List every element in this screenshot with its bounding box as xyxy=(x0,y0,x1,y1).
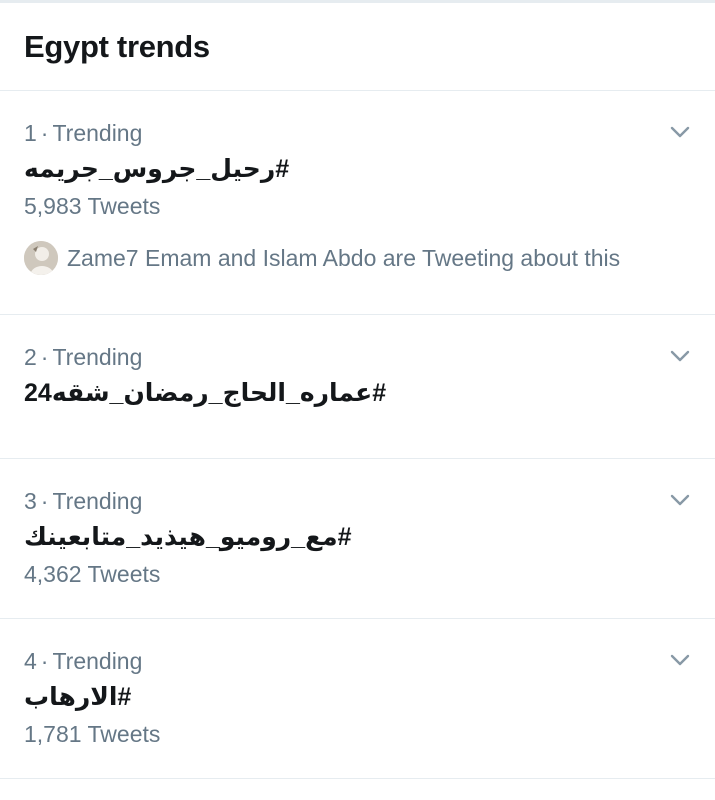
trend-item-4[interactable]: 4 · Trending #الارهاب 1,781 Tweets xyxy=(0,619,715,779)
trend-separator: · xyxy=(40,120,49,146)
trend-label: Trending xyxy=(52,648,143,674)
chevron-down-icon[interactable] xyxy=(669,345,691,367)
trend-context: Zame7 Emam and Islam Abdo are Tweeting a… xyxy=(24,241,691,275)
trend-rank: 3 xyxy=(24,488,37,514)
trend-rank: 4 xyxy=(24,648,37,674)
trends-header: Egypt trends xyxy=(0,3,715,91)
trend-label: Trending xyxy=(52,488,143,514)
trend-separator: · xyxy=(40,648,49,674)
chevron-down-icon[interactable] xyxy=(669,489,691,511)
trend-rank: 2 xyxy=(24,344,37,370)
trend-label: Trending xyxy=(52,344,143,370)
trend-separator: · xyxy=(40,488,49,514)
trend-separator: · xyxy=(40,344,49,370)
trend-hashtag[interactable]: #رحيل_جروس_جريمه xyxy=(24,151,691,187)
chevron-down-icon[interactable] xyxy=(669,649,691,671)
trend-tweet-count: 1,781 Tweets xyxy=(24,721,161,747)
trend-tweet-count: 5,983 Tweets xyxy=(24,193,161,219)
trend-context-text: Zame7 Emam and Islam Abdo are Tweeting a… xyxy=(67,245,621,271)
trend-rank-line: 4 · Trending xyxy=(24,647,691,675)
trends-page: Egypt trends 1 · Trending #رحيل_جروس_جريمه… xyxy=(0,0,715,800)
trend-rank-line: 1 · Trending xyxy=(24,119,691,147)
trend-tweet-count: 4,362 Tweets xyxy=(24,561,161,587)
trend-item-1[interactable]: 1 · Trending #رحيل_جروس_جريمه 5,983 Tweets… xyxy=(0,91,715,315)
trend-label: Trending xyxy=(52,120,143,146)
chevron-down-icon[interactable] xyxy=(669,121,691,143)
trend-rank-line: 2 · Trending xyxy=(24,343,691,371)
trend-rank: 1 xyxy=(24,120,37,146)
trend-hashtag[interactable]: #مع_روميو_هيذيد_متابعينك xyxy=(24,519,691,555)
avatar[interactable] xyxy=(24,241,58,275)
trend-rank-line: 3 · Trending xyxy=(24,487,691,515)
trend-hashtag[interactable]: #عماره_الحاج_رمضان_شقه24 xyxy=(24,375,691,411)
trend-item-2[interactable]: 2 · Trending #عماره_الحاج_رمضان_شقه24 xyxy=(0,315,715,459)
trend-hashtag[interactable]: #الارهاب xyxy=(24,679,691,715)
trend-item-3[interactable]: 3 · Trending #مع_روميو_هيذيد_متابعينك 4,36… xyxy=(0,459,715,619)
page-title: Egypt trends xyxy=(24,29,210,64)
